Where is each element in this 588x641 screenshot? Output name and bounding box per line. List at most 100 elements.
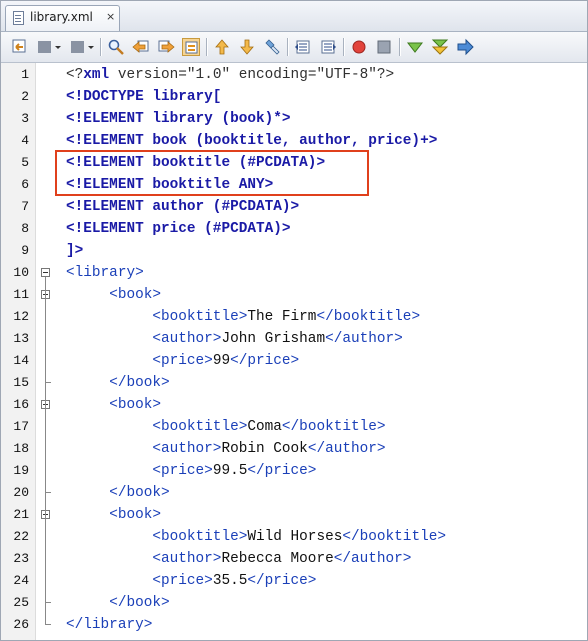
code-line: <price>99</price>: [66, 350, 299, 372]
line-number: 2: [21, 89, 29, 104]
declaration: <!DOCTYPE library[: [66, 89, 222, 105]
xml-tag: <price>: [152, 353, 213, 369]
code-line: <book>: [66, 504, 161, 526]
xml-tag: </book>: [109, 595, 170, 611]
xml-tag: <booktitle>: [152, 309, 248, 325]
line-number: 17: [13, 419, 29, 434]
code-line: <author>Robin Cook</author>: [66, 438, 386, 460]
shift-left-icon[interactable]: [294, 38, 312, 56]
xml-file-icon: [13, 11, 24, 25]
xml-tag: </author>: [333, 551, 412, 567]
xml-tag: <book>: [109, 287, 162, 303]
code-line: </library>: [66, 614, 152, 636]
xml-tag: </author>: [307, 441, 386, 457]
line-number: 6: [21, 177, 29, 192]
highlight-box: [55, 150, 369, 196]
declaration: <!ELEMENT price (#PCDATA)>: [66, 221, 291, 237]
declaration: <?: [66, 67, 84, 83]
element-text: Coma: [247, 419, 282, 435]
declaration: <!ELEMENT book (booktitle, author, price…: [66, 133, 438, 149]
element-text: 35.5: [212, 573, 248, 589]
line-number: 23: [13, 551, 29, 566]
validate-xml-icon[interactable]: [431, 38, 449, 56]
source-history-icon[interactable]: [36, 38, 62, 56]
element-text: Rebecca Moore: [221, 551, 334, 567]
line-number: 25: [13, 595, 29, 610]
element-text: 99.5: [212, 463, 248, 479]
close-tab-icon[interactable]: ×: [106, 10, 115, 23]
fold-toggle-icon[interactable]: [41, 268, 50, 277]
xml-tag: </booktitle>: [316, 309, 421, 325]
code-line: <!ELEMENT book (booktitle, author, price…: [66, 130, 437, 152]
line-number: 10: [13, 265, 29, 280]
declaration: ]>: [66, 243, 84, 259]
line-number: 11: [13, 287, 29, 302]
toggle-bookmark-icon[interactable]: [263, 38, 281, 56]
code-line: <library>: [66, 262, 144, 284]
line-number: 18: [13, 441, 29, 456]
code-line: <booktitle>Coma</booktitle>: [66, 416, 385, 438]
code-line: </book>: [66, 482, 170, 504]
code-line: <!ELEMENT library (book)*>: [66, 108, 291, 130]
tab-library-xml[interactable]: library.xml ×: [5, 5, 120, 31]
next-bookmark-icon[interactable]: [238, 38, 256, 56]
xml-tag: <booktitle>: [152, 529, 248, 545]
line-number: 1: [21, 67, 29, 82]
fold-end-marker: [45, 492, 51, 493]
code-line: <author>Rebecca Moore</author>: [66, 548, 411, 570]
line-number: 26: [13, 617, 29, 632]
line-number: 24: [13, 573, 29, 588]
xml-tag: </book>: [109, 485, 170, 501]
code-line: <price>99.5</price>: [66, 460, 316, 482]
xml-tag: <author>: [152, 551, 222, 567]
line-number: 19: [13, 463, 29, 478]
code-line: <!ELEMENT price (#PCDATA)>: [66, 218, 291, 240]
line-number: 20: [13, 485, 29, 500]
previous-bookmark-icon[interactable]: [213, 38, 231, 56]
xml-tag: <author>: [152, 331, 222, 347]
tab-label: library.xml: [30, 10, 93, 24]
xml-tag: </booktitle>: [342, 529, 446, 545]
line-number: 13: [13, 331, 29, 346]
code-line: <booktitle>The Firm</booktitle>: [66, 306, 420, 328]
code-line: </book>: [66, 592, 170, 614]
line-number: 14: [13, 353, 29, 368]
element-text: 99: [212, 353, 231, 369]
xsl-transform-icon[interactable]: [456, 38, 474, 56]
declaration: version="1.0" encoding="UTF-8"?>: [109, 67, 395, 83]
code-line: </book>: [66, 372, 169, 394]
line-number: 7: [21, 199, 29, 214]
stop-macro-icon[interactable]: [375, 38, 393, 56]
line-number: 9: [21, 243, 29, 258]
shift-right-icon[interactable]: [319, 38, 337, 56]
back-icon[interactable]: [11, 38, 29, 56]
code-line: <?xml version="1.0" encoding="UTF-8"?>: [66, 64, 394, 86]
element-text: John Grisham: [221, 331, 326, 347]
xml-tag: <author>: [152, 441, 222, 457]
xml-tag: </price>: [247, 463, 317, 479]
line-number: 4: [21, 133, 29, 148]
declaration: xml: [83, 67, 110, 83]
editor-toolbar: [1, 32, 587, 63]
forward-history-icon[interactable]: [69, 38, 95, 56]
code-line: ]>: [66, 240, 83, 262]
xml-tag: <book>: [109, 397, 162, 413]
record-macro-icon[interactable]: [350, 38, 368, 56]
check-xml-icon[interactable]: [406, 38, 424, 56]
highlight-icon[interactable]: [182, 38, 200, 56]
line-number: 15: [13, 375, 29, 390]
declaration: <!ELEMENT author (#PCDATA)>: [66, 199, 300, 215]
line-number: 16: [13, 397, 29, 412]
editor-window: library.xml × 1 2 3 4 5 6 7 8 9 10 11 12…: [0, 0, 588, 641]
code-line: <author>John Grisham</author>: [66, 328, 402, 350]
find-previous-icon[interactable]: [132, 38, 150, 56]
code-line: <!DOCTYPE library[: [66, 86, 221, 108]
code-line: <!ELEMENT author (#PCDATA)>: [66, 196, 299, 218]
find-icon[interactable]: [107, 38, 125, 56]
xml-tag: <price>: [152, 463, 213, 479]
element-text: Wild Horses: [247, 529, 343, 545]
line-number: 21: [13, 507, 29, 522]
tab-strip: library.xml ×: [1, 1, 587, 32]
find-next-icon[interactable]: [157, 38, 175, 56]
element-text: The Firm: [247, 309, 317, 325]
